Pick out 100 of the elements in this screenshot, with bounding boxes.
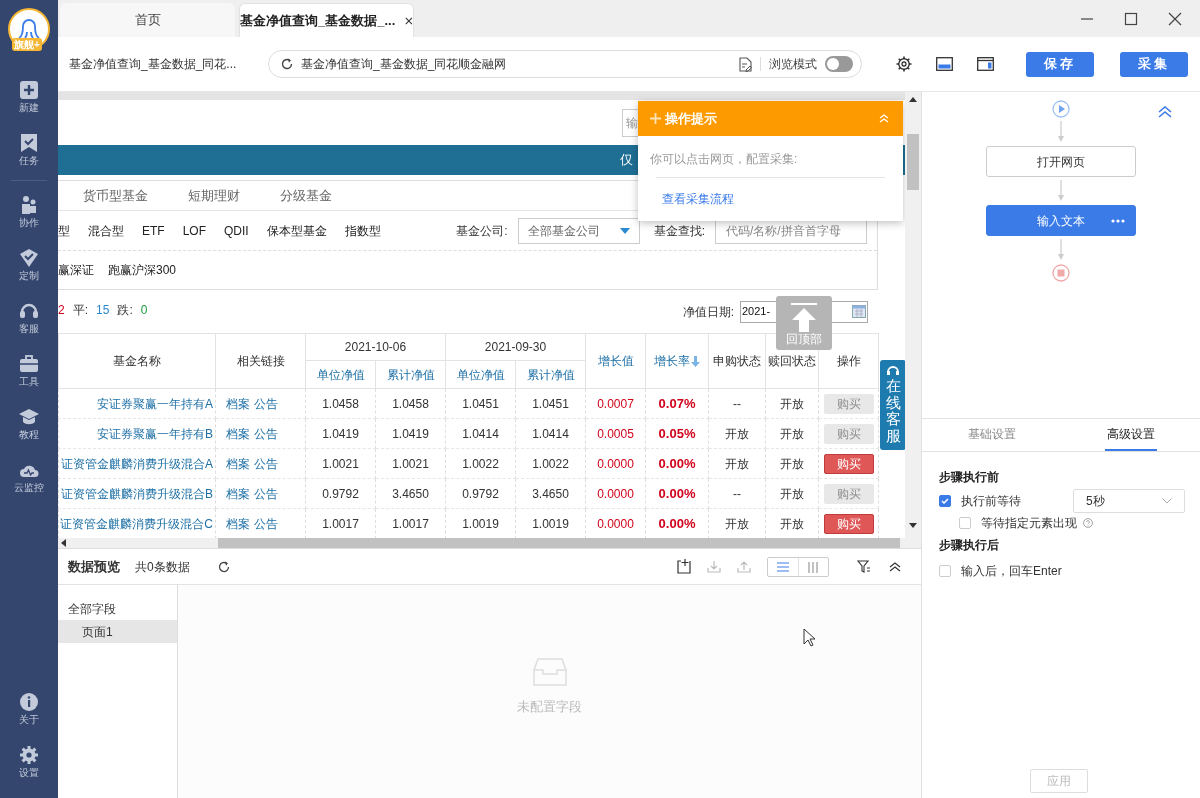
columns-icon xyxy=(806,560,821,573)
fund-category-link[interactable]: 混合型 xyxy=(88,221,124,240)
browser-tab[interactable]: 首页 xyxy=(60,3,235,37)
fund-type-tab[interactable]: 货币型基金 xyxy=(83,185,148,206)
play-icon[interactable] xyxy=(1052,100,1070,118)
table-cell: 开放 xyxy=(765,388,819,419)
settings-tab[interactable]: 高级设置 xyxy=(1104,419,1157,451)
refresh-icon[interactable] xyxy=(217,560,230,573)
buy-button[interactable]: 购买 xyxy=(823,453,874,474)
table-cell: 0.0000 xyxy=(585,478,646,509)
fund-category-link[interactable]: LOF xyxy=(182,221,206,240)
graduation-cap-icon xyxy=(19,407,39,427)
table-cell: 0.0005 xyxy=(585,418,646,449)
scrollbar-thumb[interactable] xyxy=(218,538,900,548)
checkbox[interactable] xyxy=(959,517,971,529)
sidebar-item[interactable]: 协作 xyxy=(19,195,39,228)
fund-link[interactable]: 公告 xyxy=(254,514,278,533)
close-icon[interactable] xyxy=(1168,11,1182,26)
sidebar-item[interactable]: 客服 xyxy=(19,301,39,334)
fund-type-tab[interactable]: 短期理财 xyxy=(188,185,240,206)
table-cell: 3.4650 xyxy=(515,478,586,509)
option-label: 执行前等待 xyxy=(961,493,1021,510)
table-cell: 0.05% xyxy=(645,418,709,449)
sidebar-item[interactable]: 云监控 xyxy=(14,460,44,493)
more-dots-icon[interactable] xyxy=(1111,219,1125,223)
tree-item[interactable]: 全部字段 xyxy=(58,597,177,620)
fund-name-link[interactable]: 证资管金麒麟消费升级混合A xyxy=(58,448,216,479)
settings-icon[interactable] xyxy=(896,56,912,72)
sidebar-item[interactable]: 任务 xyxy=(19,133,39,166)
logo-badge: 旗舰+ xyxy=(12,38,42,51)
plus-icon xyxy=(19,80,39,100)
close-icon[interactable] xyxy=(405,15,413,26)
scroll-left-icon[interactable] xyxy=(60,539,68,547)
flow-link[interactable]: 查看采集流程 xyxy=(638,178,734,208)
company-select[interactable]: 全部基金公司 xyxy=(517,217,640,244)
view-toggle-group[interactable] xyxy=(767,556,829,577)
table-cell: 开放 xyxy=(708,448,766,479)
chevron-down-icon xyxy=(1162,498,1172,504)
collapse-chevron-icon[interactable] xyxy=(889,561,901,572)
action-button[interactable]: 采集 xyxy=(1120,51,1188,77)
plus-icon xyxy=(650,113,661,124)
flow-step-node[interactable]: 输入文本 xyxy=(986,205,1136,236)
theme-link[interactable]: 跑赢沪深300 xyxy=(108,261,177,279)
url-text: 基金净值查询_基金数据_同花顺金融网 xyxy=(301,56,508,73)
fund-type-tab[interactable]: 分级基金 xyxy=(280,185,332,206)
column-header[interactable]: 增长率 xyxy=(645,333,709,389)
settings-icon xyxy=(19,745,39,765)
fund-category-link[interactable]: QDII xyxy=(224,221,249,240)
action-button[interactable]: 保存 xyxy=(1026,51,1094,77)
add-page-icon[interactable] xyxy=(677,559,691,574)
bottom-panel-icon[interactable] xyxy=(936,57,953,71)
sidebar-item[interactable]: 设置 xyxy=(19,745,39,778)
sidebar-item[interactable]: 新建 xyxy=(19,80,39,113)
online-service-button[interactable]: 在线客服 xyxy=(880,360,906,450)
empty-state-text: 未配置字段 xyxy=(517,698,582,716)
sidebar-item[interactable]: 工具 xyxy=(19,354,39,387)
option-label: 输入后，回车Enter xyxy=(961,563,1062,580)
scrollbar-thumb[interactable] xyxy=(907,134,919,190)
settings-tab[interactable]: 基础设置 xyxy=(965,419,1018,451)
table-cell: 开放 xyxy=(765,418,819,449)
fund-category-link[interactable]: 保本型基金 xyxy=(266,221,327,240)
side-panel-icon[interactable] xyxy=(977,57,994,71)
browser-tab[interactable]: 基金净值查询_基金数据_... xyxy=(239,3,414,37)
toggle-label: 浏览模式 xyxy=(769,56,817,73)
sidebar-item[interactable]: 关于 xyxy=(19,692,39,725)
sidebar-item[interactable]: 教程 xyxy=(19,407,39,440)
fund-category-link[interactable]: ETF xyxy=(142,221,165,240)
people-icon xyxy=(19,195,39,215)
buy-button: 购买 xyxy=(823,423,874,444)
filter-icon[interactable] xyxy=(857,560,871,573)
sidebar-item[interactable]: 定制 xyxy=(19,248,39,281)
record-count: 共0条数据 xyxy=(135,558,190,576)
fund-link[interactable]: 公告 xyxy=(254,454,278,473)
buy-button[interactable]: 购买 xyxy=(823,513,874,534)
scroll-up-icon[interactable] xyxy=(909,97,917,102)
fund-category-link[interactable]: 型 xyxy=(58,221,70,240)
browse-mode-toggle[interactable] xyxy=(825,56,853,72)
document-edit-icon xyxy=(739,56,752,72)
table-cell: 开放 xyxy=(708,418,766,449)
scroll-down-icon[interactable] xyxy=(909,523,917,528)
flow-step-node[interactable]: 打开网页 xyxy=(986,146,1136,177)
column-header: 增长值 xyxy=(585,333,646,389)
tree-item[interactable]: 页面1 xyxy=(58,620,177,643)
buy-button: 购买 xyxy=(823,483,874,504)
fund-link[interactable]: 档案 xyxy=(226,454,250,473)
stat-value: 0 xyxy=(140,301,148,319)
stat-value: 15 xyxy=(96,301,110,319)
theme-link[interactable]: 赢深证 xyxy=(58,261,94,279)
dropdown-caret-icon xyxy=(619,227,630,234)
page-title: 基金净值查询_基金数据_同花... xyxy=(68,56,238,73)
column-header: 相关链接 xyxy=(215,333,306,389)
table-cell: 1.0419 xyxy=(375,418,446,449)
checkbox[interactable] xyxy=(939,495,951,507)
checkbox[interactable] xyxy=(939,565,951,577)
maximize-icon[interactable] xyxy=(1124,11,1138,26)
wait-time-select[interactable]: 5秒 xyxy=(1073,489,1185,513)
field-label: 基金公司: xyxy=(456,222,508,240)
fund-category-link[interactable]: 指数型 xyxy=(344,221,381,240)
table-cell: -- xyxy=(708,478,766,509)
fund-link[interactable]: 档案 xyxy=(226,514,250,533)
